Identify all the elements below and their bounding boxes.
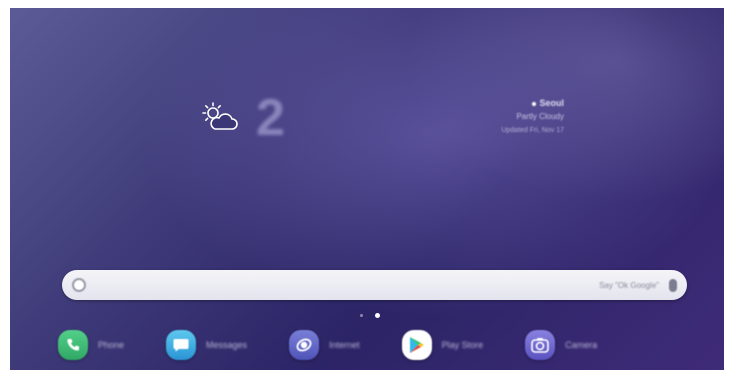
app-label: Play Store (441, 340, 484, 350)
weather-widget[interactable]: 2 (200, 89, 285, 147)
dock-item-internet[interactable]: Internet (289, 330, 360, 360)
app-dock: Phone Messages Internet Play Store Camer… (58, 326, 698, 364)
dock-item-phone[interactable]: Phone (58, 330, 124, 360)
weather-condition: Partly Cloudy (516, 112, 564, 121)
location-pin-icon (532, 101, 537, 106)
partly-cloudy-icon (202, 102, 238, 130)
home-screen: 2 Seoul Partly Cloudy Updated Fri, Nov 1… (10, 8, 724, 370)
app-label: Phone (98, 340, 125, 350)
page-indicator (360, 313, 380, 318)
google-search-bar[interactable]: Say "Ok Google" (62, 270, 687, 300)
dock-item-messages[interactable]: Messages (166, 330, 247, 360)
temperature: 2 (256, 89, 285, 147)
microphone-icon[interactable] (669, 278, 677, 292)
camera-icon[interactable] (525, 330, 556, 360)
app-label: Internet (329, 340, 360, 350)
internet-icon[interactable] (289, 330, 320, 360)
page-dot-2-active[interactable] (375, 313, 380, 318)
location-info[interactable]: Seoul Partly Cloudy Updated Fri, Nov 17 (501, 96, 564, 138)
messages-icon[interactable] (166, 330, 197, 360)
google-logo-icon[interactable] (72, 278, 86, 292)
location-city: Seoul (539, 98, 564, 108)
app-label: Messages (206, 340, 248, 350)
dock-item-camera[interactable]: Camera (525, 330, 597, 360)
search-placeholder[interactable]: Say "Ok Google" (599, 281, 659, 290)
play-store-icon[interactable] (401, 330, 432, 360)
dock-item-play-store[interactable]: Play Store (401, 330, 484, 360)
app-label: Camera (565, 340, 598, 350)
page-dot-1[interactable] (360, 314, 363, 317)
phone-icon[interactable] (58, 330, 88, 360)
update-date: Updated Fri, Nov 17 (501, 127, 564, 134)
location-city-row: Seoul (501, 96, 564, 110)
